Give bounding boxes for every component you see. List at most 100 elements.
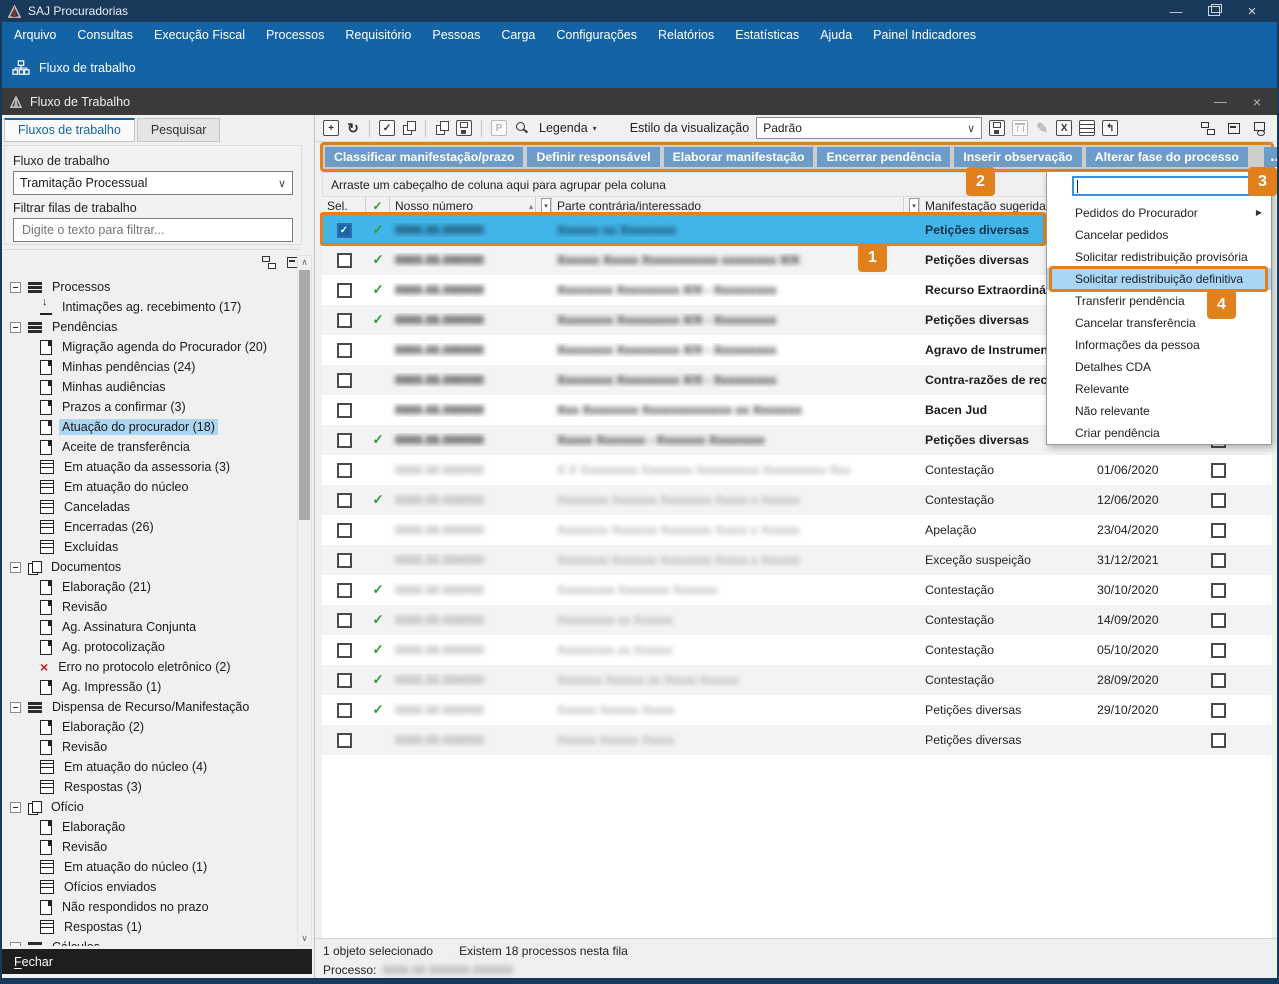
restore-icon[interactable]	[1195, 0, 1233, 22]
row-flag-checkbox[interactable]	[1211, 673, 1226, 688]
tree-item-revisao[interactable]: Revisão	[2, 737, 297, 757]
menu-item-criar-pendencia[interactable]: Criar pendência	[1047, 422, 1271, 444]
tree-item-elaboracao[interactable]: Elaboração	[2, 817, 297, 837]
row-select-checkbox[interactable]	[337, 493, 352, 508]
excel-export-icon[interactable]: X	[1056, 120, 1072, 136]
menu-item-solicitar-redistribuicao-provisoria[interactable]: Solicitar redistribuição provisória	[1047, 246, 1271, 268]
tree-item-minhas-audiencias[interactable]: Minhas audiências	[2, 377, 297, 397]
header-parte-filter[interactable]: ▾	[904, 197, 920, 215]
header-nosso-numero[interactable]: Nosso número▴	[390, 197, 536, 215]
tree-item-calculos[interactable]: Cálculos	[2, 937, 297, 946]
tree-item-prazos-a-confirmar-3[interactable]: Prazos a confirmar (3)	[2, 397, 297, 417]
menu-item-detalhes-cda[interactable]: Detalhes CDA	[1047, 356, 1271, 378]
table-row[interactable]: 8888.88.888888Xxxxxxxx Xxxxxxx Xxxxxxxx …	[322, 545, 1272, 575]
menu-item-informacoes-da-pessoa[interactable]: Informações da pessoa	[1047, 334, 1271, 356]
action-button-elaborar-manifestacao[interactable]: Elaborar manifestação	[664, 147, 814, 167]
header-sel[interactable]: Sel.	[322, 197, 366, 215]
view-filter-icon[interactable]	[1253, 121, 1267, 135]
tree-expander-icon[interactable]	[10, 942, 21, 947]
tree-item-aceite-de-transferencia[interactable]: Aceite de transferência	[2, 437, 297, 457]
action-button-alterar-fase-do-processo[interactable]: Alterar fase do processo	[1086, 147, 1248, 167]
row-flag-checkbox[interactable]	[1211, 523, 1226, 538]
style-select[interactable]: Padrão ∨	[756, 117, 982, 139]
tree-expander-icon[interactable]	[10, 702, 21, 713]
search-zoom-icon[interactable]	[514, 121, 528, 135]
send-window-icon[interactable]: ↰	[1102, 120, 1118, 136]
row-select-checkbox[interactable]	[337, 253, 352, 268]
header-parte-contraria[interactable]: Parte contrária/interessado	[552, 197, 904, 215]
tree-item-elaboracao-2[interactable]: Elaboração (2)	[2, 717, 297, 737]
quickbar-fluxo-de-trabalho[interactable]: Fluxo de trabalho	[0, 48, 1279, 88]
menu-item-relevante[interactable]: Relevante	[1047, 378, 1271, 400]
tree-item-elaboracao-21[interactable]: Elaboração (21)	[2, 577, 297, 597]
row-select-checkbox[interactable]	[337, 703, 352, 718]
table-row[interactable]: ✓8888.88.888888Xxxxxxxx Xxxxxxx Xxxxxxxx…	[322, 485, 1272, 515]
row-select-checkbox[interactable]	[337, 283, 352, 298]
tree-item-revisao[interactable]: Revisão	[2, 597, 297, 617]
filter-dropdown-icon[interactable]: ▾	[541, 198, 551, 215]
menu-item-processos[interactable]: Processos	[266, 28, 324, 42]
header-status-check-icon[interactable]: ✓	[366, 197, 390, 215]
inner-minimize-icon[interactable]: —	[1214, 94, 1227, 110]
tree-item-em-atuacao-do-nucleo-1[interactable]: Em atuação do núcleo (1)	[2, 857, 297, 877]
menu-item-cancelar-pedidos[interactable]: Cancelar pedidos	[1047, 224, 1271, 246]
row-flag-checkbox[interactable]	[1211, 553, 1226, 568]
tree-item-respostas-1[interactable]: Respostas (1)	[2, 917, 297, 937]
row-select-checkbox[interactable]	[337, 553, 352, 568]
row-select-checkbox[interactable]	[337, 433, 352, 448]
row-select-checkbox[interactable]	[337, 313, 352, 328]
tree-item-documentos[interactable]: Documentos	[2, 557, 297, 577]
row-flag-checkbox[interactable]	[1211, 583, 1226, 598]
action-button-encerrar-pendencia[interactable]: Encerrar pendência	[817, 147, 950, 167]
row-select-checkbox[interactable]	[337, 343, 352, 358]
table-row[interactable]: ✓8888.88.888888Xxxxxxx Xxxxxx xx Xxxxx X…	[322, 665, 1272, 695]
row-flag-checkbox[interactable]	[1211, 733, 1226, 748]
refresh-icon[interactable]: ↻	[346, 121, 360, 135]
select-all-icon[interactable]: ✓	[379, 120, 395, 136]
table-row[interactable]: ✓8888.88.888888Xxxxxxxxx Xxxxxxxx Xxxxxx…	[322, 575, 1272, 605]
menu-item-carga[interactable]: Carga	[501, 28, 535, 42]
tree-item-encerradas-26[interactable]: Encerradas (26)	[2, 517, 297, 537]
row-flag-checkbox[interactable]	[1211, 643, 1226, 658]
row-select-checkbox[interactable]	[337, 523, 352, 538]
tree-item-ag-impressao-1[interactable]: Ag. Impressão (1)	[2, 677, 297, 697]
menu-item-pedidos-do-procurador[interactable]: Pedidos do Procurador▶	[1047, 202, 1271, 224]
tree-expander-icon[interactable]	[10, 282, 21, 293]
tab-pesquisar[interactable]: Pesquisar	[137, 118, 221, 142]
filter-input[interactable]	[20, 222, 286, 238]
tree-item-processos[interactable]: Processos	[2, 277, 297, 297]
tree-item-erro-no-protocolo-eletronico-2[interactable]: ×Erro no protocolo eletrônico (2)	[2, 657, 297, 677]
header-numero-filter[interactable]: ▾	[536, 197, 552, 215]
tree-item-oficio[interactable]: Ofício	[2, 797, 297, 817]
table-row[interactable]: 8888.88.888888Xxxxxx Xxxxxx XxxxxPetiçõe…	[322, 725, 1272, 755]
scroll-up-icon[interactable]: ∧	[298, 257, 311, 268]
menu-item-pessoas[interactable]: Pessoas	[432, 28, 480, 42]
action-button-definir-responsavel[interactable]: Definir responsável	[527, 147, 659, 167]
tree-item-oficios-enviados[interactable]: Ofícios enviados	[2, 877, 297, 897]
row-flag-checkbox[interactable]	[1211, 463, 1226, 478]
menu-item-ajuda[interactable]: Ajuda	[820, 28, 852, 42]
tree-item-migracao-agenda-do-procurador-20[interactable]: Migração agenda do Procurador (20)	[2, 337, 297, 357]
tree-item-minhas-pendencias-24[interactable]: Minhas pendências (24)	[2, 357, 297, 377]
save-record-icon[interactable]	[456, 120, 472, 136]
table-row[interactable]: ✓8888.88.888888Xxxxxx Xxxxxx XxxxxPetiçõ…	[322, 695, 1272, 725]
menu-item-nao-relevante[interactable]: Não relevante	[1047, 400, 1271, 422]
row-flag-checkbox[interactable]	[1211, 613, 1226, 628]
tab-fluxos-de-trabalho[interactable]: Fluxos de trabalho	[4, 118, 135, 142]
fechar-button[interactable]: Fechar	[2, 949, 312, 974]
tree-item-ag-assinatura-conjunta[interactable]: Ag. Assinatura Conjunta	[2, 617, 297, 637]
tree-item-revisao[interactable]: Revisão	[2, 837, 297, 857]
action-more-button[interactable]: ...	[1264, 147, 1279, 167]
menu-item-relatorios[interactable]: Relatórios	[658, 28, 714, 42]
tree-item-excluidas[interactable]: Excluídas	[2, 537, 297, 557]
scrollbar-thumb[interactable]	[299, 270, 310, 520]
table-row[interactable]: 8888.88.888888X X Xxxxxxxxx Xxxxxxxx Xxx…	[322, 455, 1272, 485]
tree-item-respostas-3[interactable]: Respostas (3)	[2, 777, 297, 797]
table-row[interactable]: 8888.88.888888Xxxxxxxx Xxxxxxx Xxxxxxxx …	[322, 515, 1272, 545]
scroll-down-icon[interactable]: ∨	[298, 933, 311, 944]
row-select-checkbox[interactable]	[337, 463, 352, 478]
collapse-card-icon[interactable]	[1227, 121, 1241, 135]
tree-item-atuacao-do-procurador-18[interactable]: Atuação do procurador (18)	[2, 417, 297, 437]
row-select-checkbox[interactable]	[337, 613, 352, 628]
minimize-icon[interactable]: —	[1157, 0, 1195, 22]
